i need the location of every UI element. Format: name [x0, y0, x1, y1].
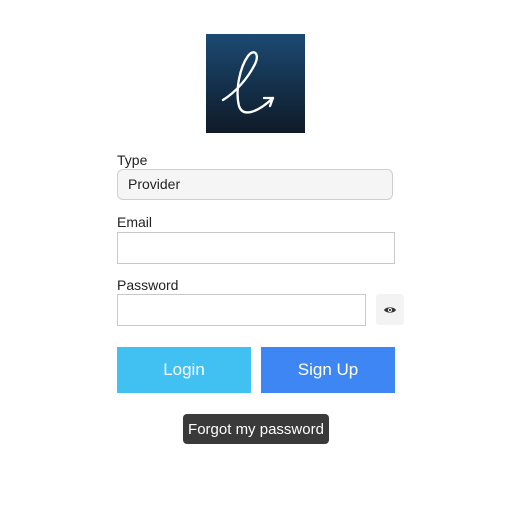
- password-label: Password: [117, 277, 179, 293]
- type-label: Type: [117, 152, 148, 168]
- sign-up-button[interactable]: Sign Up: [261, 347, 395, 393]
- app-logo: [206, 34, 305, 133]
- show-password-button[interactable]: [376, 294, 404, 325]
- cursive-e-arrow-logo-icon: [221, 51, 275, 114]
- email-label: Email: [117, 214, 153, 230]
- eye-icon: [384, 306, 396, 313]
- forgot-password-link[interactable]: Forgot my password: [183, 414, 329, 444]
- email-field[interactable]: [117, 232, 395, 264]
- type-select[interactable]: Provider: [117, 169, 393, 200]
- login-button[interactable]: Login: [117, 347, 251, 393]
- login-page: Type Provider Email Password Login Sign …: [0, 0, 512, 512]
- password-field[interactable]: [117, 294, 366, 326]
